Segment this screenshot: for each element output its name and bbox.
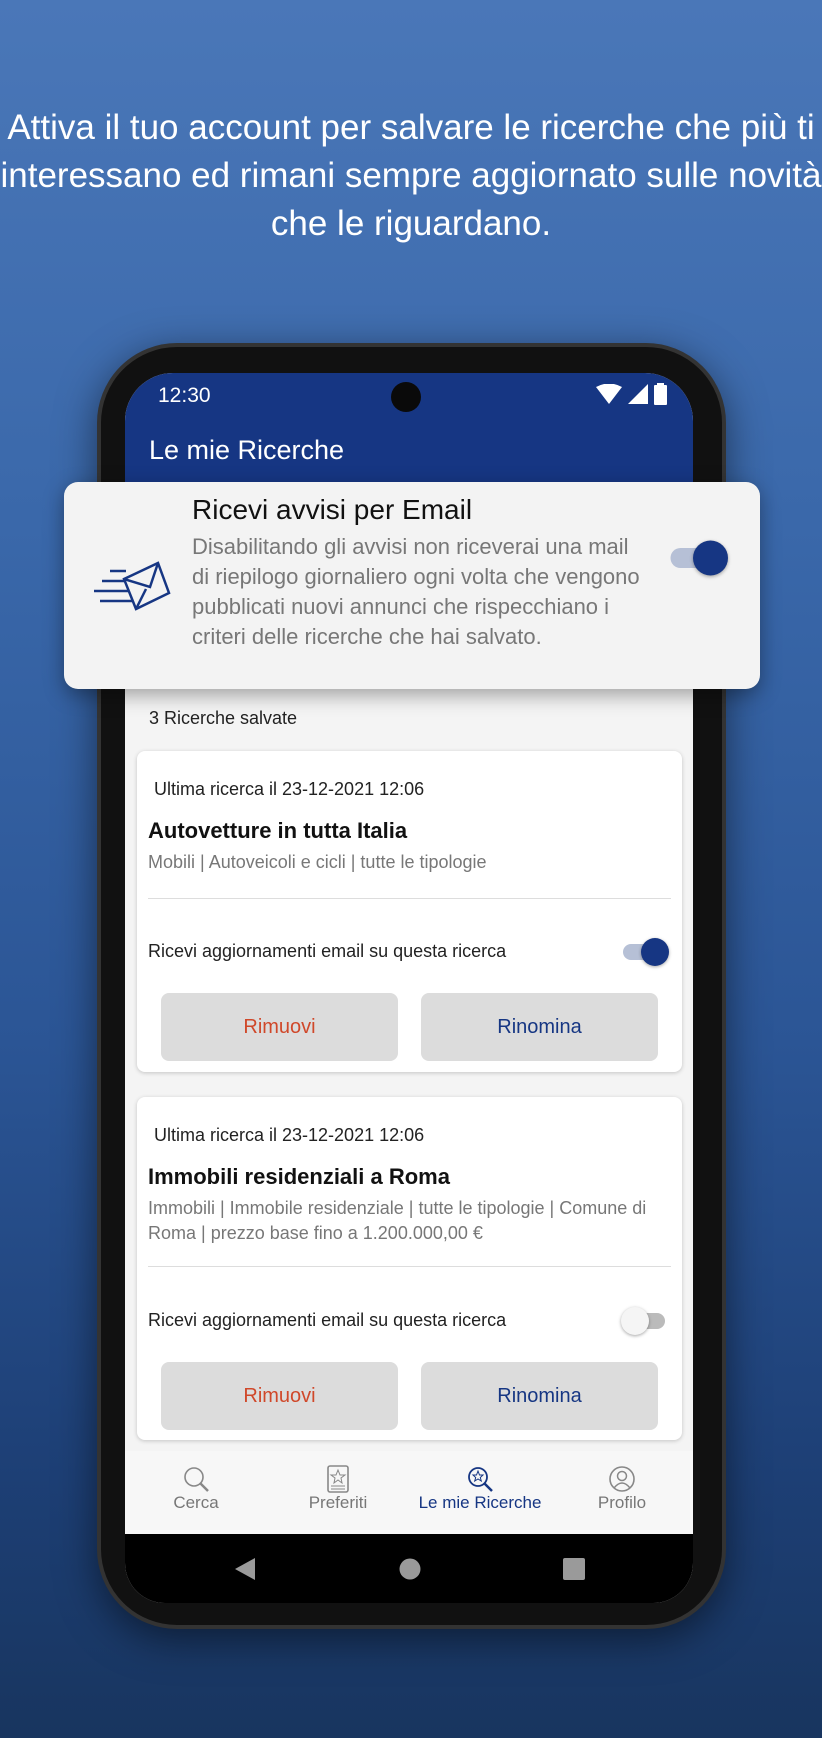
rename-button[interactable]: Rinomina [421, 1362, 658, 1430]
status-icons [596, 383, 667, 405]
wifi-icon [596, 384, 622, 404]
email-updates-label: Ricevi aggiornamenti email su questa ric… [148, 1310, 507, 1330]
rename-button[interactable]: Rinomina [421, 993, 658, 1061]
nav-label: Profilo [597, 1493, 647, 1512]
home-icon[interactable] [399, 1558, 421, 1580]
bottom-nav: Cerca Preferiti Le mie Ricerche Profilo [125, 1451, 693, 1534]
nav-label: Cerca [173, 1493, 219, 1512]
saved-search-icon [468, 1467, 493, 1492]
divider [148, 1266, 671, 1267]
email-updates-label: Ricevi aggiornamenti email su questa ric… [148, 941, 507, 961]
email-alerts-card: Ricevi avvisi per Email Disabilitando gl… [64, 482, 760, 689]
page-title: Le mie Ricerche [149, 435, 345, 465]
email-updates-toggle[interactable] [621, 936, 669, 966]
remove-button[interactable]: Rimuovi [161, 1362, 398, 1430]
nav-label: Preferiti [308, 1493, 368, 1512]
nav-item-le-mie-ricerche[interactable]: Le mie Ricerche [409, 1451, 551, 1534]
search-criteria: Mobili | Autoveicoli e cicli | tutte le … [148, 852, 487, 872]
search-title: Autovetture in tutta Italia [148, 818, 408, 843]
status-time: 12:30 [158, 384, 211, 407]
nav-item-cerca[interactable]: Cerca [125, 1451, 267, 1534]
camera-cutout [391, 382, 421, 412]
signal-icon [628, 384, 648, 404]
email-updates-toggle[interactable] [621, 1305, 669, 1335]
last-search-date: Ultima ricerca il 23-12-2021 12:06 [154, 1125, 425, 1145]
last-search-date: Ultima ricerca il 23-12-2021 12:06 [154, 779, 425, 799]
email-alerts-description: Disabilitando gli avvisi non riceverai u… [192, 534, 640, 649]
email-send-icon [94, 561, 171, 611]
saved-search-card: Ultima ricerca il 23-12-2021 12:06 Immob… [137, 1097, 682, 1440]
recents-icon[interactable] [563, 1558, 585, 1580]
search-title: Immobili residenziali a Roma [148, 1164, 450, 1189]
promo-headline: Attiva il tuo account per salvare le ric… [0, 108, 822, 243]
saved-search-card: Ultima ricerca il 23-12-2021 12:06 Autov… [137, 751, 682, 1072]
profile-icon [609, 1466, 635, 1492]
back-icon[interactable] [235, 1558, 255, 1580]
nav-item-profilo[interactable]: Profilo [551, 1451, 693, 1534]
system-nav-bar [125, 1534, 693, 1603]
favorites-icon [327, 1465, 349, 1493]
nav-item-preferiti[interactable]: Preferiti [267, 1451, 409, 1534]
search-criteria: Immobili | Immobile residenziale | tutte… [148, 1198, 647, 1243]
search-icon [184, 1467, 209, 1492]
email-alerts-toggle[interactable] [668, 538, 728, 576]
email-alerts-title: Ricevi avvisi per Email [192, 494, 473, 525]
divider [148, 898, 671, 899]
saved-count: 3 Ricerche salvate [149, 708, 298, 728]
remove-button[interactable]: Rimuovi [161, 993, 398, 1061]
nav-label: Le mie Ricerche [418, 1493, 542, 1512]
battery-icon [654, 383, 667, 405]
app-bar: 12:30 Le mie Ricerche [125, 373, 693, 482]
